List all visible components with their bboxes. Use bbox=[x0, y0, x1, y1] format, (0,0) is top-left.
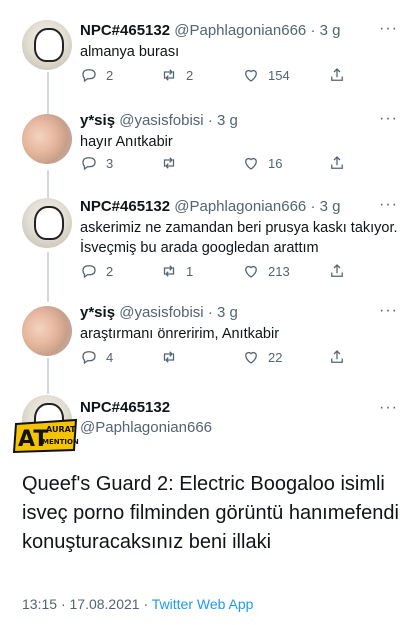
like-button[interactable]: 154 bbox=[242, 66, 290, 84]
retweet-icon bbox=[163, 69, 175, 81]
separator-dot: · bbox=[207, 112, 213, 129]
retweet-button[interactable] bbox=[160, 154, 186, 172]
like-count: 16 bbox=[268, 155, 283, 171]
retweet-icon bbox=[163, 265, 175, 277]
reply-button[interactable]: 3 bbox=[80, 154, 113, 172]
tweet-actions: 2 2 154 bbox=[80, 66, 350, 86]
author-name[interactable]: NPC#465132 bbox=[80, 198, 170, 215]
share-button[interactable] bbox=[328, 154, 346, 172]
tweet-text: hayır Anıtkabir bbox=[80, 134, 173, 150]
share-icon bbox=[331, 264, 343, 277]
heart-icon bbox=[245, 157, 257, 170]
tweet-meta: 13:15 · 17.08.2021 · Twitter Web App bbox=[22, 596, 253, 612]
retweet-button[interactable]: 2 bbox=[160, 66, 193, 84]
author-handle[interactable]: @Paphlagonian666 bbox=[80, 419, 212, 436]
author-name[interactable]: y*siş bbox=[80, 304, 115, 321]
tweet-time[interactable]: 3 g bbox=[320, 198, 341, 215]
main-tweet-text: Queef's Guard 2: Electric Boogaloo isiml… bbox=[22, 473, 399, 553]
reply-count: 3 bbox=[106, 155, 114, 171]
photo-avatar[interactable] bbox=[22, 114, 72, 164]
tweet-text: araştırmanı önreririm, Anıtkabir bbox=[80, 326, 280, 342]
photo-avatar[interactable] bbox=[22, 306, 72, 356]
tweet-text: askerimiz ne zamandan beri prusya kaskı … bbox=[80, 220, 398, 256]
separator-dot: · bbox=[310, 22, 316, 39]
tweet-actions: 3 16 bbox=[80, 154, 350, 174]
npc-meme-avatar[interactable] bbox=[22, 198, 72, 248]
separator-dot: · bbox=[143, 596, 149, 612]
tweet-time[interactable]: 3 g bbox=[217, 112, 238, 129]
share-icon bbox=[331, 156, 343, 169]
author-handle[interactable]: @yasisfobisi bbox=[119, 304, 203, 321]
author-name[interactable]: NPC#465132 bbox=[80, 22, 170, 39]
reply-icon bbox=[82, 157, 96, 171]
separator-dot: · bbox=[60, 596, 66, 612]
tweet-date[interactable]: 17.08.2021 bbox=[70, 596, 140, 612]
tweet-time[interactable]: 3 g bbox=[320, 22, 341, 39]
reply-tweet[interactable]: y*siş @yasisfobisi · 3 g ··· hayır Anıtk… bbox=[0, 100, 420, 190]
reply-tweet[interactable]: NPC#465132 @Paphlagonian666 · 3 g ··· as… bbox=[0, 180, 420, 295]
more-options-icon[interactable]: ··· bbox=[379, 196, 398, 214]
retweet-button[interactable] bbox=[160, 348, 186, 366]
reply-button[interactable]: 2 bbox=[80, 66, 113, 84]
separator-dot: · bbox=[310, 198, 316, 215]
badge-top: AURAT bbox=[46, 425, 76, 434]
reply-button[interactable]: 4 bbox=[80, 348, 113, 366]
more-options-icon[interactable]: ··· bbox=[379, 302, 398, 320]
like-count: 213 bbox=[268, 263, 290, 279]
reply-button[interactable]: 2 bbox=[80, 262, 113, 280]
author-handle[interactable]: @Paphlagonian666 bbox=[174, 198, 306, 215]
like-button[interactable]: 213 bbox=[242, 262, 290, 280]
retweet-button[interactable]: 1 bbox=[160, 262, 193, 280]
retweet-count: 1 bbox=[186, 263, 194, 279]
heart-icon bbox=[245, 265, 257, 278]
heart-icon bbox=[245, 351, 257, 364]
tweet-time[interactable]: 13:15 bbox=[22, 596, 57, 612]
reply-count: 2 bbox=[106, 263, 114, 279]
like-count: 22 bbox=[268, 349, 283, 365]
like-button[interactable]: 22 bbox=[242, 348, 282, 366]
reply-icon bbox=[82, 351, 96, 365]
like-button[interactable]: 16 bbox=[242, 154, 282, 172]
tweet-actions: 4 22 bbox=[80, 348, 350, 368]
author-handle[interactable]: @Paphlagonian666 bbox=[174, 22, 306, 39]
more-options-icon[interactable]: ··· bbox=[379, 399, 398, 417]
share-icon bbox=[331, 68, 343, 81]
share-button[interactable] bbox=[328, 262, 346, 280]
reply-icon bbox=[82, 69, 96, 83]
share-button[interactable] bbox=[328, 66, 346, 84]
reply-count: 2 bbox=[106, 67, 114, 83]
reply-icon bbox=[82, 265, 96, 279]
reply-count: 4 bbox=[106, 349, 114, 365]
tweet-time[interactable]: 3 g bbox=[217, 304, 238, 321]
more-options-icon[interactable]: ··· bbox=[379, 110, 398, 128]
author-name[interactable]: y*siş bbox=[80, 112, 115, 129]
reply-tweet[interactable]: y*siş @yasisfobisi · 3 g ··· araştırmanı… bbox=[0, 290, 420, 385]
source-app-link[interactable]: Twitter Web App bbox=[152, 596, 254, 612]
share-button[interactable] bbox=[328, 348, 346, 366]
retweet-icon bbox=[163, 157, 175, 169]
like-count: 154 bbox=[268, 67, 290, 83]
more-options-icon[interactable]: ··· bbox=[379, 20, 398, 38]
aurat-mention-badge: AT AURAT MENTION bbox=[12, 418, 79, 454]
reply-tweet[interactable]: NPC#465132 @Paphlagonian666 · 3 g ··· al… bbox=[0, 0, 420, 110]
author-name[interactable]: NPC#465132 bbox=[80, 399, 170, 416]
tweet-text: almanya burası bbox=[80, 44, 180, 60]
tweet-actions: 2 1 213 bbox=[80, 262, 350, 282]
author-handle[interactable]: @yasisfobisi bbox=[119, 112, 203, 129]
retweet-icon bbox=[163, 351, 175, 363]
share-icon bbox=[331, 350, 343, 363]
badge-bottom: MENTION bbox=[42, 438, 79, 446]
heart-icon bbox=[245, 69, 257, 82]
retweet-count: 2 bbox=[186, 67, 194, 83]
npc-meme-avatar[interactable] bbox=[22, 20, 72, 70]
separator-dot: · bbox=[207, 304, 213, 321]
